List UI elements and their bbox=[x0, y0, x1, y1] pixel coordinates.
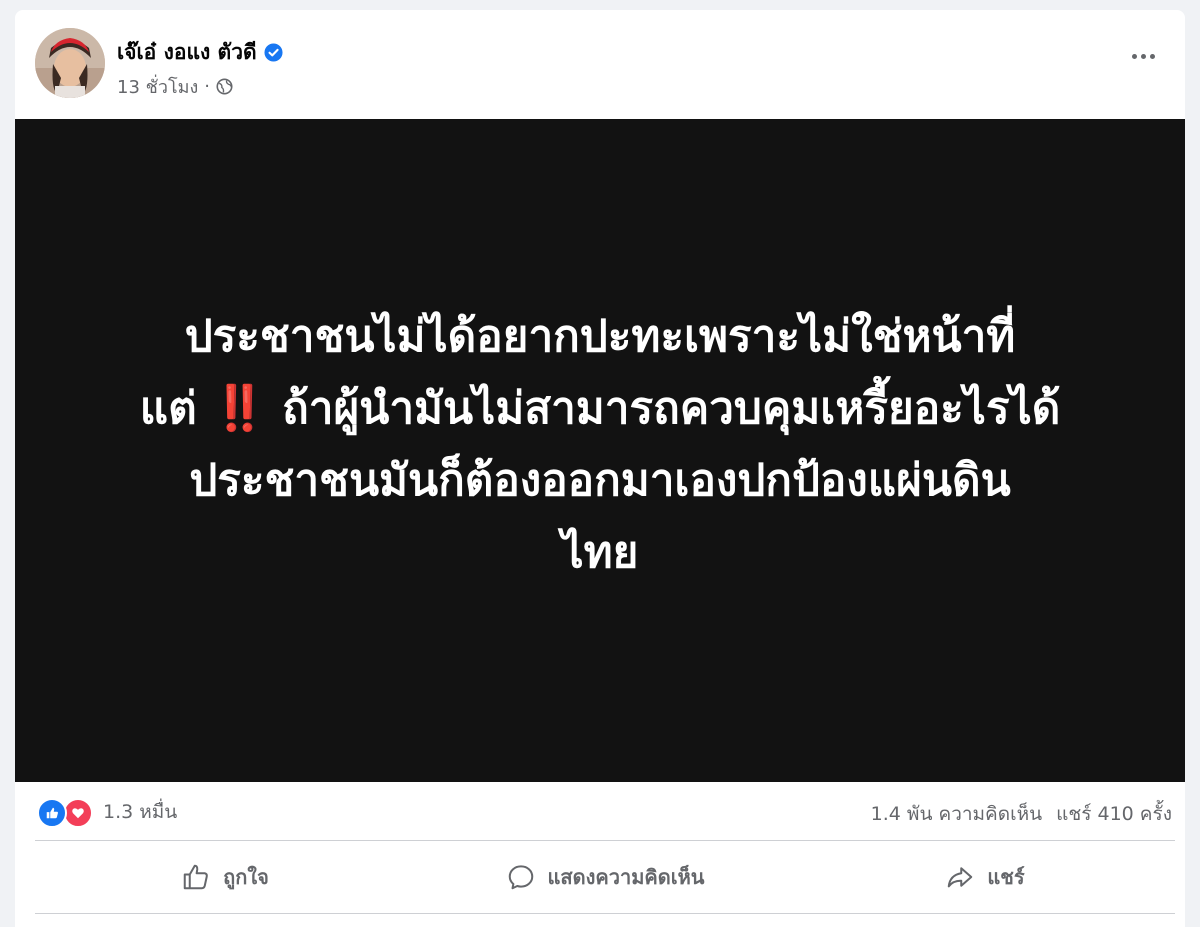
double-exclamation-emoji: ‼️ bbox=[211, 382, 267, 434]
facebook-post-card: เจ๊เอ๋ งอแง ตัวดี 13 ชั่วโมง · ประชาชนไม… bbox=[15, 10, 1185, 927]
like-reaction-icon bbox=[37, 798, 67, 828]
post-text-background: ประชาชนไม่ได้อยากปะทะเพราะไม่ใช่หน้าที่ … bbox=[15, 119, 1185, 782]
engagement-counts: 1.4 พัน ความคิดเห็น แชร์ 410 ครั้ง bbox=[871, 799, 1172, 829]
author-name[interactable]: เจ๊เอ๋ งอแง ตัวดี bbox=[117, 36, 283, 69]
post-text-line-2-body: ถ้าผู้นำมันไม่สามารถควบคุมเหรี้ยอะไรได้ bbox=[282, 382, 1061, 434]
thumbs-up-icon bbox=[183, 864, 208, 890]
verified-badge-icon bbox=[264, 43, 283, 62]
post-text-line-4: ไทย bbox=[561, 526, 639, 578]
post-text-line-2: แต่ ‼️ ถ้าผู้นำมันไม่สามารถควบคุมเหรี้ยอ… bbox=[60, 373, 1140, 445]
post-timestamp[interactable]: 13 ชั่วโมง bbox=[117, 72, 198, 101]
share-button-label: แชร์ bbox=[987, 865, 1025, 889]
more-options-icon[interactable] bbox=[1123, 44, 1163, 68]
post-text: ประชาชนไม่ได้อยากปะทะเพราะไม่ใช่หน้าที่ … bbox=[60, 301, 1140, 589]
divider-top bbox=[35, 840, 1175, 841]
author-avatar[interactable] bbox=[35, 28, 105, 98]
comment-count[interactable]: 1.4 พัน ความคิดเห็น bbox=[871, 799, 1042, 829]
like-button[interactable]: ถูกใจ bbox=[35, 842, 415, 912]
reaction-icons bbox=[37, 798, 95, 828]
divider-bottom bbox=[35, 913, 1175, 914]
share-count[interactable]: แชร์ 410 ครั้ง bbox=[1056, 799, 1172, 829]
author-name-text[interactable]: เจ๊เอ๋ งอแง ตัวดี bbox=[117, 36, 257, 69]
meta-separator: · bbox=[204, 76, 211, 97]
comment-button[interactable]: แสดงความคิดเห็น bbox=[415, 842, 795, 912]
comment-button-label: แสดงความคิดเห็น bbox=[547, 865, 705, 889]
post-text-line-2-prefix: แต่ bbox=[139, 382, 197, 434]
reactions-summary[interactable]: 1.3 หมื่น bbox=[37, 797, 177, 828]
reaction-count[interactable]: 1.3 หมื่น bbox=[103, 797, 177, 827]
post-text-line-1: ประชาชนไม่ได้อยากปะทะเพราะไม่ใช่หน้าที่ bbox=[184, 310, 1016, 362]
comment-bubble-icon bbox=[508, 865, 533, 890]
share-button[interactable]: แชร์ bbox=[795, 842, 1175, 912]
post-meta: 13 ชั่วโมง · bbox=[117, 72, 233, 101]
post-action-bar: ถูกใจ แสดงความคิดเห็น แชร์ bbox=[35, 842, 1175, 912]
avatar-photo bbox=[35, 28, 105, 98]
share-arrow-icon bbox=[948, 867, 973, 888]
post-text-line-3: ประชาชนมันก็ต้องออกมาเองปกป้องแผ่นดิน bbox=[189, 454, 1011, 506]
globe-icon bbox=[216, 78, 233, 95]
love-reaction-icon bbox=[63, 798, 93, 828]
like-button-label: ถูกใจ bbox=[223, 865, 269, 889]
